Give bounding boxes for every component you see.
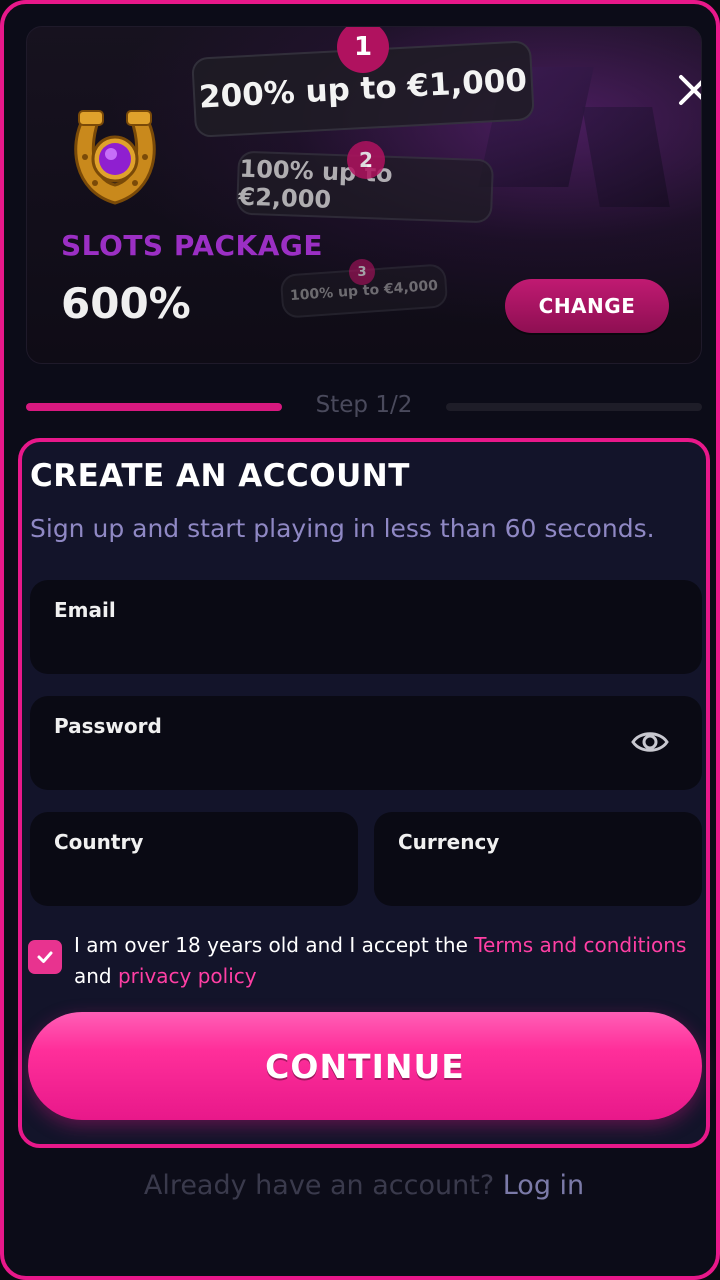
step-progress-pending: [446, 403, 702, 411]
password-input[interactable]: [54, 748, 592, 772]
package-name: SLOTS PACKAGE: [61, 229, 323, 262]
crystal-decoration: [582, 107, 670, 207]
eye-icon[interactable]: [630, 722, 670, 762]
step-progress-complete: [26, 403, 282, 411]
terms-text: I am over 18 years old and I accept the …: [74, 930, 694, 992]
terms-mid: and: [74, 964, 118, 988]
terms-prefix: I am over 18 years old and I accept the: [74, 933, 475, 957]
terms-checkbox[interactable]: [28, 940, 62, 974]
change-package-button[interactable]: CHANGE: [505, 279, 669, 333]
bonus-tier-3-number: 3: [349, 259, 375, 285]
country-label: Country: [54, 830, 144, 854]
password-label: Password: [54, 714, 162, 738]
bonus-banner: 200% up to €1,000 1 100% up to €2,000 2 …: [26, 26, 702, 364]
form-title: CREATE AN ACCOUNT: [30, 458, 410, 494]
terms-link[interactable]: Terms and conditions: [474, 933, 686, 957]
privacy-link[interactable]: privacy policy: [118, 964, 257, 988]
package-percent: 600%: [61, 279, 191, 328]
email-field[interactable]: Email: [30, 580, 702, 674]
step-label: Step 1/2: [315, 392, 413, 418]
country-select[interactable]: Country: [30, 812, 358, 906]
horseshoe-gem-icon: [74, 110, 156, 205]
login-prompt: Already have an account? Log in: [4, 1170, 716, 1201]
create-account-form: CREATE AN ACCOUNT Sign up and start play…: [18, 438, 710, 1148]
login-prompt-text: Already have an account?: [143, 1170, 503, 1201]
currency-select[interactable]: Currency: [374, 812, 702, 906]
checkmark-icon: [37, 951, 53, 963]
signup-modal: 200% up to €1,000 1 100% up to €2,000 2 …: [0, 0, 720, 1280]
continue-button[interactable]: CONTINUE: [28, 1012, 702, 1120]
close-icon: [679, 75, 701, 105]
email-label: Email: [54, 598, 116, 622]
password-field[interactable]: Password: [30, 696, 702, 790]
form-subtitle: Sign up and start playing in less than 6…: [30, 514, 655, 543]
currency-label: Currency: [398, 830, 500, 854]
bonus-tier-2-number: 2: [347, 141, 385, 179]
close-button[interactable]: [671, 67, 701, 113]
login-link[interactable]: Log in: [503, 1170, 584, 1201]
email-input[interactable]: [54, 632, 592, 656]
